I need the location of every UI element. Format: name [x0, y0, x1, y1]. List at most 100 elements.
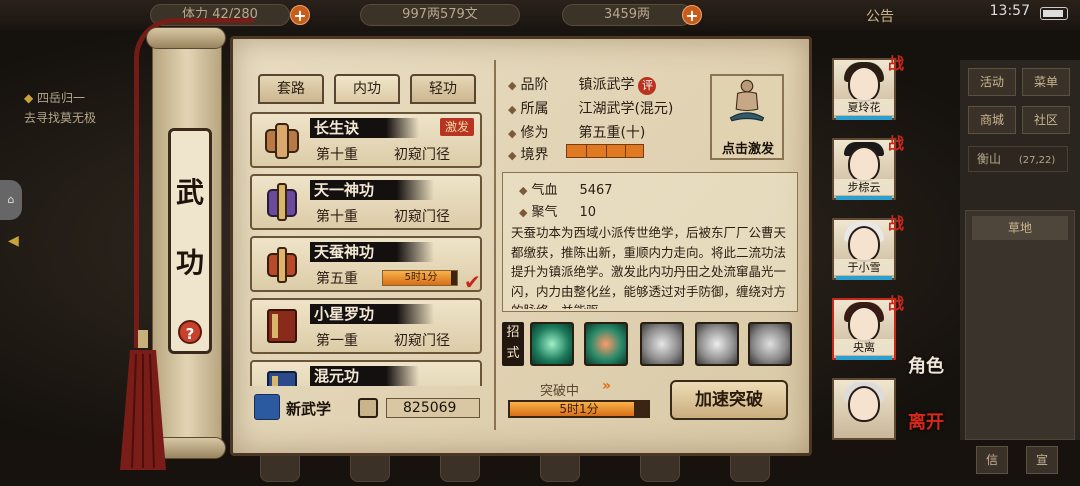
avatar [848, 386, 880, 422]
moves-label: 招式 [502, 322, 524, 366]
help-button[interactable]: ? [178, 320, 202, 344]
character-card[interactable]: 步棕云 战 [832, 134, 904, 200]
activate-label[interactable]: 点击激发 [712, 138, 784, 157]
avatar [848, 306, 880, 342]
battle-tag: 战 [887, 54, 904, 73]
avatar [848, 226, 880, 262]
tab-light-skill[interactable]: 轻功 [410, 74, 476, 104]
red-scroll-icon [267, 247, 297, 283]
juqi-value: 10 [579, 205, 597, 220]
skill-name: 天蚕神功 [310, 242, 435, 262]
skill-timer-bar: 5时1分 [382, 270, 458, 286]
activated-badge: 激发 [440, 118, 474, 136]
side-toggle-button[interactable]: ⌂ [0, 180, 22, 220]
skill-item-tianyi[interactable]: 天一神功 第十重 初窥门径 [250, 174, 482, 230]
skill-name: 小星罗功 [310, 304, 435, 324]
skill-description: 天蚕功本为西域小派传世绝学，后被东厂厂公曹天都缴获，推陈出新，重顺内力走向。将此… [511, 225, 787, 309]
tassel-icon [120, 330, 166, 470]
role-button[interactable]: 角色 [908, 352, 944, 378]
character-card-selected[interactable]: 央离 战 [832, 294, 904, 360]
juqi-label: 聚气 [531, 205, 558, 220]
rating-badge[interactable]: 评 [638, 77, 657, 95]
stats-box: ◆ 气血 5467 ◆ 聚气 10 天蚕功本为西域小派传世绝学，后被东厂厂公曹天都缴获，… [502, 172, 798, 312]
breakthrough-time: 5时1分 [559, 402, 599, 416]
belong-row: ◆ 所属 江湖武学(混元) [508, 98, 673, 118]
tab-inner-skill[interactable]: 内功 [334, 74, 400, 104]
money-display: 997两579文 [360, 4, 520, 26]
panel-divider [494, 60, 496, 430]
new-skill-icon[interactable] [254, 394, 280, 420]
quest-title: 四岳归一 [37, 91, 86, 105]
skill-level: 第十重 [316, 147, 358, 163]
skill-name: 混元功 [310, 366, 420, 386]
leave-button[interactable]: 离开 [908, 408, 944, 434]
clock: 13:57 [989, 3, 1030, 19]
move-icon-2[interactable] [584, 322, 628, 366]
character-card[interactable]: 夏玲花 战 [832, 54, 904, 120]
avatar [848, 66, 880, 102]
location-display: 衡山 (27,22) [968, 146, 1068, 172]
speed-up-button[interactable]: 加速突破 [670, 380, 788, 420]
qixue-label: 气血 [531, 183, 558, 198]
letter-button[interactable]: 信 [976, 446, 1008, 474]
move-icon-5[interactable] [748, 322, 792, 366]
character-name: 央离 [834, 339, 894, 355]
shop-button[interactable]: 商城 [968, 106, 1016, 134]
notice-button[interactable]: 公告 [866, 6, 894, 26]
proclaim-button[interactable]: 宣 [1026, 446, 1058, 474]
book-icon [267, 309, 297, 343]
collapse-arrow-icon[interactable]: ◀ [8, 233, 19, 249]
community-button[interactable]: 社区 [1022, 106, 1070, 134]
activity-button[interactable]: 活动 [968, 68, 1016, 96]
battle-tag: 战 [887, 214, 904, 233]
add-stamina-button[interactable]: + [290, 5, 310, 25]
scroll-rod-top [146, 27, 226, 49]
skill-item-xiaoxingluo[interactable]: 小星罗功 第一重 初窥门径 [250, 298, 482, 354]
character-name: 夏玲花 [834, 99, 894, 115]
skill-stage: 初窥门径 [394, 147, 450, 163]
title-char-1: 武 [175, 176, 204, 209]
character-hp-bar [836, 356, 892, 360]
breakthrough-status: 突破中 [540, 384, 580, 399]
juqi-row: ◆ 聚气 10 [519, 201, 596, 220]
tab-routine[interactable]: 套路 [258, 74, 324, 104]
belong-value: 江湖武学(混元) [578, 101, 674, 117]
belong-label: 所属 [520, 101, 549, 117]
avatar [848, 146, 880, 182]
move-icon-1[interactable] [530, 322, 574, 366]
location-coords: (27,22) [1018, 155, 1056, 166]
skill-list: 长生诀 激发 第十重 初窥门径 天一神功 第十重 初窥门径 天蚕神功 第五重 5… [250, 104, 486, 386]
character-card[interactable]: 于小雪 战 [832, 214, 904, 280]
qixue-row: ◆ 气血 5467 [519, 179, 613, 198]
battle-tag: 战 [887, 294, 904, 313]
skill-level: 第五重 [316, 271, 358, 287]
location-name: 衡山 [977, 152, 1002, 166]
grade-value: 镇派武学 [578, 77, 635, 93]
add-gold-button[interactable]: + [682, 5, 702, 25]
skill-stage: 初窥门径 [394, 209, 450, 225]
gold-display: 3459两 [562, 4, 692, 26]
skill-name: 长生诀 [310, 118, 420, 138]
skill-item-hunyuan[interactable]: 混元功 [250, 360, 482, 386]
skill-item-tiancan[interactable]: 天蚕神功 第五重 5时1分 ✔ [250, 236, 482, 294]
checkmark-icon: ✔ [464, 270, 481, 294]
qixue-value: 5467 [579, 183, 613, 198]
title-char-2: 功 [175, 246, 204, 279]
move-icon-4[interactable] [695, 322, 739, 366]
character-name: 步棕云 [834, 179, 894, 195]
move-icon-3[interactable] [640, 322, 684, 366]
character-hp-bar [836, 276, 892, 280]
terrain-label: 草地 [972, 216, 1068, 240]
character-card[interactable] [832, 378, 896, 440]
meditating-monk-icon [729, 79, 765, 122]
skill-name: 天一神功 [310, 180, 435, 200]
skill-item-changsheng[interactable]: 长生诀 激发 第十重 初窥门径 [250, 112, 482, 168]
new-skill-button[interactable]: 新武学 [286, 398, 331, 419]
purple-scroll-icon [267, 183, 297, 221]
skill-stage: 初窥门径 [394, 333, 450, 349]
menu-button[interactable]: 菜单 [1022, 68, 1070, 96]
cultivation-label: 修为 [520, 125, 549, 141]
skill-level: 第十重 [316, 209, 358, 225]
grade-label: 品阶 [520, 77, 549, 93]
character-hp-bar [836, 116, 892, 120]
